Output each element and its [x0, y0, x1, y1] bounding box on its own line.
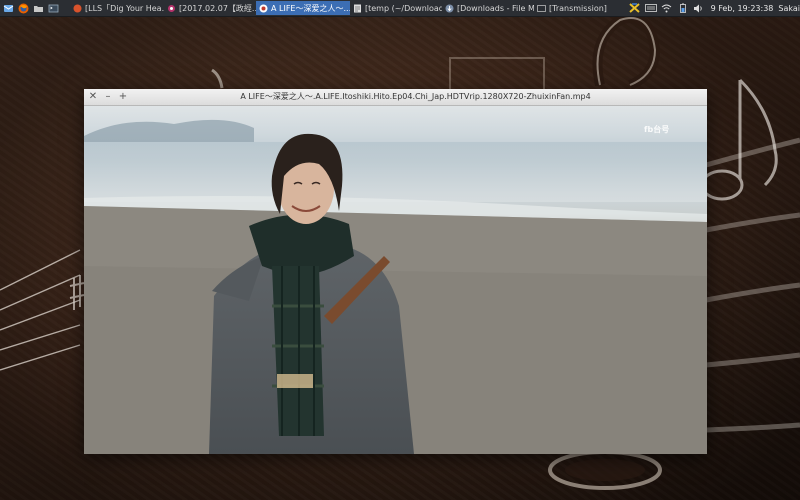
- wifi-tray-button[interactable]: [661, 3, 673, 13]
- task-label: [Transmission]: [549, 3, 607, 13]
- text-editor-icon: [354, 4, 361, 12]
- volume-tray-button[interactable]: [693, 3, 705, 13]
- task-label: [Downloads - File M...: [457, 3, 534, 13]
- terminal-launcher[interactable]: [47, 2, 60, 15]
- user-menu[interactable]: Sakai: [778, 4, 800, 13]
- task-item-1[interactable]: [LLS「Dig Your Hea...: [70, 1, 164, 15]
- task-item-4[interactable]: [temp (~/Download...: [350, 1, 442, 15]
- window-titlebar[interactable]: ✕ – + A LIFE～深爱之人～.A.LIFE.Itoshiki.Hito.…: [84, 89, 707, 106]
- battery-tray-button[interactable]: [677, 3, 689, 13]
- minimize-button[interactable]: –: [102, 91, 114, 103]
- task-label: [temp (~/Download...: [365, 3, 442, 13]
- folder-launcher[interactable]: [32, 2, 45, 15]
- task-label: [2017.02.07【政經...: [179, 3, 256, 13]
- task-item-2[interactable]: [2017.02.07【政經...: [164, 1, 256, 15]
- minimize-icon: –: [105, 91, 111, 102]
- video-scene: [84, 119, 707, 454]
- task-item-5[interactable]: [Downloads - File M...: [442, 1, 534, 15]
- maximize-button[interactable]: +: [117, 91, 129, 103]
- terminal-icon: [48, 4, 59, 12]
- task-label: [LLS「Dig Your Hea...: [85, 3, 164, 13]
- system-tray: 9 Feb, 19:23:38 Sakai: [627, 0, 800, 16]
- firefox-launcher[interactable]: [17, 2, 30, 15]
- transmission-icon: [537, 4, 546, 12]
- battery-icon: [679, 3, 686, 13]
- wifi-icon: [661, 4, 672, 12]
- folder-icon: [34, 5, 43, 12]
- mail-launcher[interactable]: [2, 2, 15, 15]
- video-frame[interactable]: fb台号: [84, 106, 707, 454]
- xfce-icon: [629, 3, 640, 13]
- top-panel: [LLS「Dig Your Hea... [2017.02.07【政經... A…: [0, 0, 800, 17]
- mail-icon: [3, 4, 14, 12]
- video-player-icon: [259, 4, 268, 12]
- close-icon: ✕: [88, 91, 98, 102]
- keyboard-tray-button[interactable]: [644, 3, 657, 13]
- close-button[interactable]: ✕: [87, 91, 99, 103]
- window-title: A LIFE～深爱之人～.A.LIFE.Itoshiki.Hito.Ep04.C…: [240, 92, 591, 101]
- volume-icon: [694, 4, 702, 12]
- task-item-3[interactable]: A LIFE〜深爱之人〜...: [256, 1, 350, 15]
- task-label: A LIFE〜深爱之人〜...: [271, 3, 350, 13]
- keyboard-icon: [644, 4, 657, 12]
- clock[interactable]: 9 Feb, 19:23:38: [711, 4, 774, 13]
- video-player-window: ✕ – + A LIFE～深爱之人～.A.LIFE.Itoshiki.Hito.…: [84, 89, 707, 454]
- xfce-tray-button[interactable]: [629, 3, 641, 13]
- task-item-6[interactable]: [Transmission]: [534, 1, 614, 15]
- firefox-icon: [18, 3, 29, 13]
- file-manager-icon: [445, 4, 454, 12]
- video-watermark: fb台号: [644, 125, 670, 134]
- media-icon: [168, 4, 175, 12]
- maximize-icon: +: [118, 91, 128, 102]
- browser-tab-icon: [73, 4, 82, 12]
